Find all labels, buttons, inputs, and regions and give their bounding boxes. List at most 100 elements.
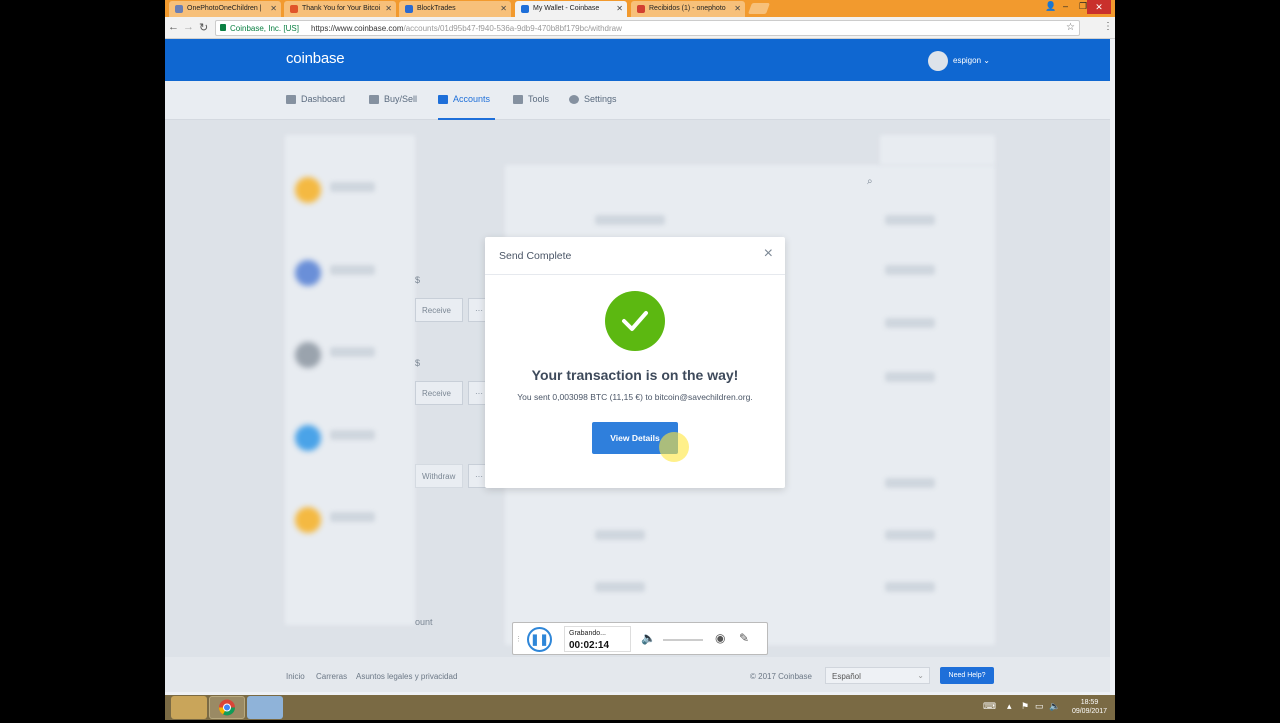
footer-link-inicio[interactable]: Inicio <box>286 672 305 681</box>
language-value: Español <box>832 672 861 681</box>
screen-recorder-toolbar: ⋮ ❚❚ Grabando... 00:02:14 🔈 ◉ ✎ <box>512 622 768 655</box>
tab-blocktrades[interactable]: BlockTrades ✕ <box>399 1 511 17</box>
pause-button[interactable]: ❚❚ <box>527 627 552 652</box>
secure-label: Coinbase, Inc. [US] <box>230 24 299 33</box>
blurred-text <box>885 265 935 275</box>
recording-timer: Grabando... 00:02:14 <box>564 626 631 652</box>
browser-window: OnePhotoOneChildren | ✕ Thank You for Yo… <box>165 0 1115 720</box>
bookmark-star-icon[interactable]: ☆ <box>1066 22 1075 33</box>
flag-icon[interactable]: ⚑ <box>1021 701 1029 712</box>
reload-icon[interactable]: ↻ <box>199 21 208 34</box>
briefcase-icon <box>513 95 523 104</box>
drag-handle-icon[interactable]: ⋮ <box>515 635 522 643</box>
blurred-text <box>595 530 645 540</box>
footer-link-legal[interactable]: Asuntos legales y privacidad <box>356 672 457 681</box>
recording-status: Grabando... <box>569 630 606 637</box>
tab-thank-you[interactable]: Thank You for Your Bitcoi ✕ <box>284 1 396 17</box>
tab-favicon-icon <box>521 5 529 13</box>
webcam-icon[interactable]: ◉ <box>715 631 725 645</box>
avatar[interactable] <box>928 51 948 71</box>
tab-label: My Wallet - Coinbase <box>533 5 600 12</box>
footer-link-carreras[interactable]: Carreras <box>316 672 347 681</box>
tab-close-icon[interactable]: ✕ <box>734 4 741 13</box>
keyboard-icon[interactable]: ⌨ <box>983 701 996 712</box>
blurred-text <box>885 530 935 540</box>
language-select[interactable]: Español ⌄ <box>825 667 930 684</box>
system-clock[interactable]: 18:59 09/09/2017 <box>1072 698 1107 716</box>
tab-label: OnePhotoOneChildren | <box>187 5 262 12</box>
receive-button[interactable]: Receive <box>415 381 463 405</box>
windows-taskbar: ⌨ ▴ ⚑ ▭ 🔈 18:59 09/09/2017 <box>165 695 1115 720</box>
exchange-icon <box>369 95 379 104</box>
search-icon[interactable]: ⌕ <box>867 176 873 187</box>
modal-headline: Your transaction is on the way! <box>531 367 739 383</box>
tray-arrow-icon[interactable]: ▴ <box>1007 701 1012 712</box>
receive-label: Receive <box>422 306 451 315</box>
network-icon[interactable]: ▭ <box>1035 701 1044 712</box>
minimize-icon[interactable]: – <box>1063 1 1068 11</box>
blurred-text <box>595 215 665 225</box>
accounts-sidebar <box>285 135 415 625</box>
search-area <box>880 135 995 165</box>
url-text: https://www.coinbase.com/accounts/01d95b… <box>311 24 622 33</box>
tab-close-icon[interactable]: ✕ <box>385 4 392 13</box>
wallet-icon <box>438 95 448 104</box>
receive-button[interactable]: Receive <box>415 298 463 322</box>
balance-fragment: $ <box>415 358 421 368</box>
modal-title: Send Complete <box>499 250 572 262</box>
clock-time: 18:59 <box>1080 699 1099 706</box>
page-footer: Inicio Carreras Asuntos legales y privac… <box>165 657 1110 692</box>
app-icon[interactable] <box>247 696 283 719</box>
coinbase-logo[interactable]: coinbase <box>286 50 345 67</box>
blurred-text <box>330 512 375 522</box>
clock-date: 09/09/2017 <box>1071 708 1107 715</box>
browser-menu-icon[interactable]: ⋮ <box>1103 21 1113 32</box>
restore-icon[interactable]: ❐ <box>1079 1 1087 12</box>
url-field[interactable]: Coinbase, Inc. [US] https://www.coinbase… <box>215 20 1080 36</box>
speaker-icon[interactable]: 🔈 <box>641 631 656 645</box>
volume-slider[interactable] <box>663 639 703 641</box>
nav-buy-sell[interactable]: Buy/Sell <box>369 94 417 104</box>
blurred-text <box>885 478 935 488</box>
tab-favicon-icon <box>175 5 183 13</box>
forward-icon[interactable]: → <box>183 21 194 33</box>
tab-bar: OnePhotoOneChildren | ✕ Thank You for Yo… <box>165 0 1115 17</box>
recording-time: 00:02:14 <box>569 640 610 651</box>
url-host: https://www.coinbase.com <box>311 24 404 33</box>
close-window-button[interactable]: ✕ <box>1087 0 1111 14</box>
nav-dashboard[interactable]: Dashboard <box>286 94 345 104</box>
nav-label: Settings <box>584 94 617 104</box>
receive-label: Receive <box>422 389 451 398</box>
footer-copyright: © 2017 Coinbase <box>750 672 812 681</box>
balance-fragment: $ <box>415 275 421 285</box>
gear-icon <box>569 95 579 104</box>
volume-icon[interactable]: 🔈 <box>1049 701 1060 712</box>
chrome-icon[interactable] <box>209 696 245 719</box>
nav-accounts[interactable]: Accounts <box>438 94 490 104</box>
tab-close-icon[interactable]: ✕ <box>270 4 277 13</box>
add-account-link[interactable]: ount <box>415 617 433 627</box>
checkmark-icon <box>605 291 665 351</box>
new-tab-button[interactable] <box>747 3 771 14</box>
nav-tools[interactable]: Tools <box>513 94 549 104</box>
profile-icon[interactable]: 👤 <box>1045 1 1056 12</box>
tab-onephoto[interactable]: OnePhotoOneChildren | ✕ <box>169 1 281 17</box>
pencil-icon[interactable]: ✎ <box>739 631 749 645</box>
tab-close-icon[interactable]: ✕ <box>500 4 507 13</box>
tab-favicon-icon <box>637 5 645 13</box>
tab-close-icon[interactable]: ✕ <box>616 4 623 13</box>
account-avatar-icon <box>295 260 321 286</box>
file-explorer-icon[interactable] <box>171 696 207 719</box>
back-icon[interactable]: ← <box>168 21 179 33</box>
blurred-text <box>885 318 935 328</box>
nav-settings[interactable]: Settings <box>569 94 617 104</box>
tab-my-wallet[interactable]: My Wallet - Coinbase ✕ <box>515 1 627 17</box>
blurred-text <box>885 582 935 592</box>
account-avatar-icon <box>295 507 321 533</box>
username-menu[interactable]: espigon ⌄ <box>953 56 990 65</box>
tab-recibidos[interactable]: Recibidos (1) - onephoto ✕ <box>631 1 745 17</box>
close-icon[interactable]: × <box>764 246 773 262</box>
tab-label: Thank You for Your Bitcoi <box>302 5 381 12</box>
need-help-button[interactable]: Need Help? <box>940 667 994 684</box>
withdraw-button[interactable]: Withdraw <box>415 464 463 488</box>
